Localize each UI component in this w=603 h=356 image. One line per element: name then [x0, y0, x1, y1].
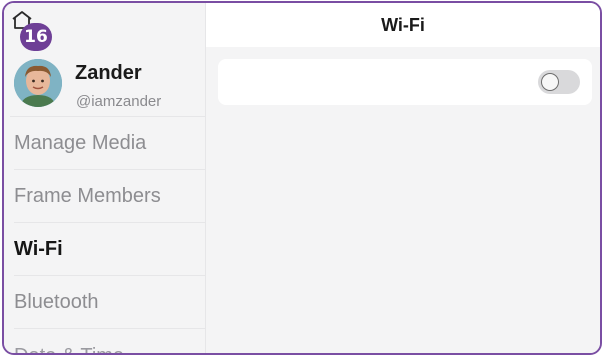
- sidebar-item-date-time[interactable]: Date & Time: [14, 329, 205, 353]
- page-title: Wi-Fi: [206, 3, 600, 47]
- toggle-knob: [541, 73, 559, 91]
- sidebar-item-manage-media[interactable]: Manage Media: [14, 117, 205, 170]
- avatar: [14, 59, 62, 107]
- profile-section[interactable]: Zander @iamzander: [10, 47, 205, 117]
- sidebar: 16 Zander @iamzander Manage Media Frame …: [4, 3, 206, 353]
- sidebar-item-bluetooth[interactable]: Bluetooth: [14, 276, 205, 329]
- profile-name: Zander: [75, 62, 142, 84]
- profile-handle: @iamzander: [76, 93, 162, 110]
- wifi-toggle[interactable]: [538, 70, 580, 94]
- sidebar-top: 16: [4, 3, 205, 51]
- sidebar-item-wifi[interactable]: Wi-Fi: [14, 223, 205, 276]
- sidebar-item-frame-members[interactable]: Frame Members: [14, 170, 205, 223]
- app-window: 16 Zander @iamzander Manage Media Frame …: [2, 1, 602, 355]
- wifi-settings-card: [218, 59, 592, 105]
- main-panel: Wi-Fi: [206, 3, 600, 353]
